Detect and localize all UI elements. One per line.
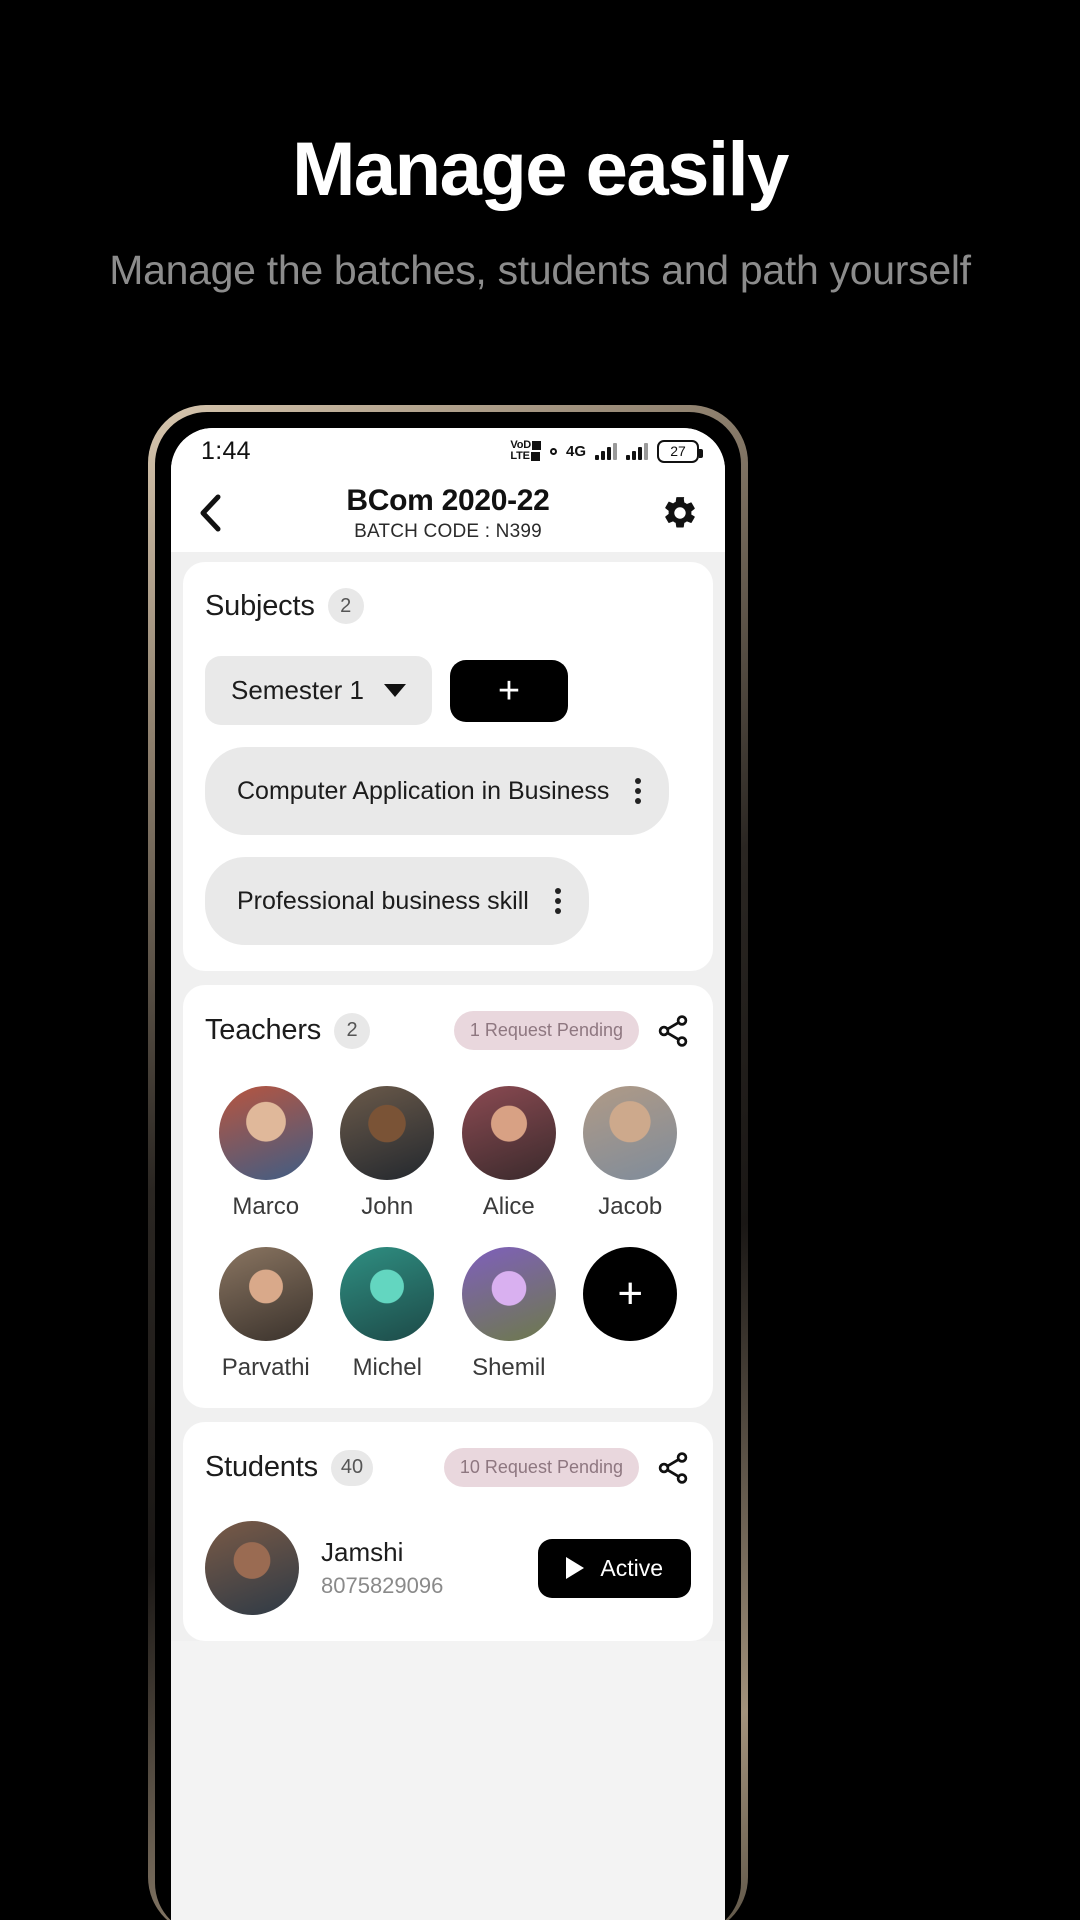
volte-box-bottom (530, 452, 540, 461)
battery-indicator: 27 (657, 439, 703, 463)
volte-box-top (531, 441, 541, 450)
avatar (583, 1086, 678, 1180)
teacher-name: Alice (482, 1193, 535, 1220)
volte-icon: VoD LTE (510, 440, 541, 462)
avatar (340, 1247, 435, 1341)
promo-title: Manage easily (292, 127, 789, 212)
teacher-name: Shemil (472, 1354, 546, 1381)
volte-bottom-label: LTE (510, 450, 530, 462)
subjects-card: Subjects 2 Semester 1 + Computer Applica… (183, 562, 713, 971)
teacher-item[interactable]: Marco (205, 1086, 327, 1221)
teachers-request-badge[interactable]: 1 Request Pending (453, 1011, 639, 1050)
promo-header: Manage easily Manage the batches, studen… (0, 0, 1080, 296)
promo-page: Manage easily Manage the batches, studen… (0, 0, 1080, 1920)
teacher-item[interactable]: Michel (327, 1247, 449, 1382)
avatar (461, 1247, 556, 1341)
chevron-left-icon (200, 494, 221, 532)
subject-name: Professional business skill (237, 886, 529, 915)
student-status-label: Active (600, 1554, 663, 1581)
teachers-title: Teachers (205, 1014, 322, 1046)
student-name: Jamshi (321, 1537, 404, 1567)
roaming-icon (549, 447, 557, 455)
subject-name: Computer Application in Business (237, 776, 610, 805)
page-title: BCom 2020-22 (346, 483, 550, 517)
play-icon (566, 1557, 585, 1579)
student-phone: 8075829096 (321, 1573, 444, 1598)
subject-menu-icon[interactable] (549, 884, 567, 918)
students-card: Students 40 10 Request Pending Jamshi 80… (183, 1422, 713, 1641)
teacher-item[interactable]: Alice (448, 1086, 570, 1221)
teacher-name: Michel (352, 1354, 422, 1381)
teacher-item[interactable]: Shemil (448, 1247, 570, 1382)
teacher-name: Jacob (598, 1193, 663, 1220)
batch-code: BATCH CODE : N399 (354, 520, 542, 542)
back-button[interactable] (197, 493, 243, 533)
students-header: Students 40 10 Request Pending (205, 1448, 691, 1487)
add-subject-button[interactable]: + (449, 659, 568, 722)
semester-dropdown[interactable]: Semester 1 (205, 656, 432, 725)
semester-row: Semester 1 + (205, 656, 691, 725)
app-body: Subjects 2 Semester 1 + Computer Applica… (171, 552, 725, 1641)
battery-level: 27 (670, 443, 686, 459)
teacher-name: Parvathi (221, 1354, 310, 1381)
teacher-item[interactable]: Parvathi (205, 1247, 327, 1382)
phone-bezel: 1:44 VoD LTE 4G 27 BCom 2020-22 BATCH CO… (148, 405, 748, 1920)
status-bar: 1:44 VoD LTE 4G 27 (171, 428, 725, 474)
settings-button[interactable] (653, 494, 699, 532)
subject-item[interactable]: Professional business skill (205, 857, 589, 945)
avatar (218, 1086, 313, 1180)
subjects-title: Subjects (205, 589, 315, 622)
share-icon[interactable] (655, 1013, 691, 1049)
app-header: BCom 2020-22 BATCH CODE : N399 (171, 474, 725, 552)
teachers-card: Teachers 2 1 Request Pending Marco John … (183, 985, 713, 1408)
students-request-badge[interactable]: 10 Request Pending (443, 1448, 639, 1487)
signal-bars-sim1-icon (595, 442, 617, 460)
phone-mockup: 1:44 VoD LTE 4G 27 BCom 2020-22 BATCH CO… (148, 405, 748, 1920)
teachers-grid: Marco John Alice Jacob Parvathi Michel S… (205, 1086, 691, 1382)
semester-value: Semester 1 (231, 675, 364, 705)
avatar (205, 1521, 299, 1615)
share-icon[interactable] (655, 1450, 691, 1486)
subjects-count: 2 (327, 588, 364, 624)
teacher-name: John (361, 1193, 414, 1220)
header-titles: BCom 2020-22 BATCH CODE : N399 (243, 484, 653, 543)
subject-item[interactable]: Computer Application in Business (205, 747, 670, 835)
avatar (218, 1247, 313, 1341)
student-row[interactable]: Jamshi 8075829096 Active (205, 1521, 691, 1615)
avatar (461, 1086, 556, 1180)
subject-menu-icon[interactable] (629, 774, 647, 808)
student-status-button[interactable]: Active (538, 1538, 691, 1598)
teacher-item[interactable]: Jacob (570, 1086, 692, 1221)
students-count: 40 (330, 1449, 374, 1486)
chevron-down-icon (383, 684, 406, 697)
teacher-name: Marco (232, 1193, 300, 1220)
status-icons: VoD LTE 4G 27 (510, 439, 703, 463)
phone-screen: 1:44 VoD LTE 4G 27 BCom 2020-22 BATCH CO… (171, 428, 725, 1920)
phone-inner-frame: 1:44 VoD LTE 4G 27 BCom 2020-22 BATCH CO… (155, 412, 741, 1920)
gear-icon (665, 497, 695, 528)
teachers-header: Teachers 2 1 Request Pending (205, 1011, 691, 1050)
avatar (340, 1086, 435, 1180)
network-label: 4G (565, 442, 586, 460)
signal-bars-sim2-icon (626, 442, 648, 460)
promo-subtitle: Manage the batches, students and path yo… (109, 246, 971, 293)
students-title: Students (205, 1451, 318, 1483)
add-teacher-item[interactable]: + (570, 1247, 692, 1382)
subjects-header: Subjects 2 (205, 588, 691, 624)
teacher-item[interactable]: John (327, 1086, 449, 1221)
teachers-count: 2 (334, 1012, 371, 1049)
status-time: 1:44 (201, 436, 251, 465)
add-teacher-button[interactable]: + (583, 1247, 678, 1341)
student-info: Jamshi 8075829096 (321, 1537, 538, 1599)
